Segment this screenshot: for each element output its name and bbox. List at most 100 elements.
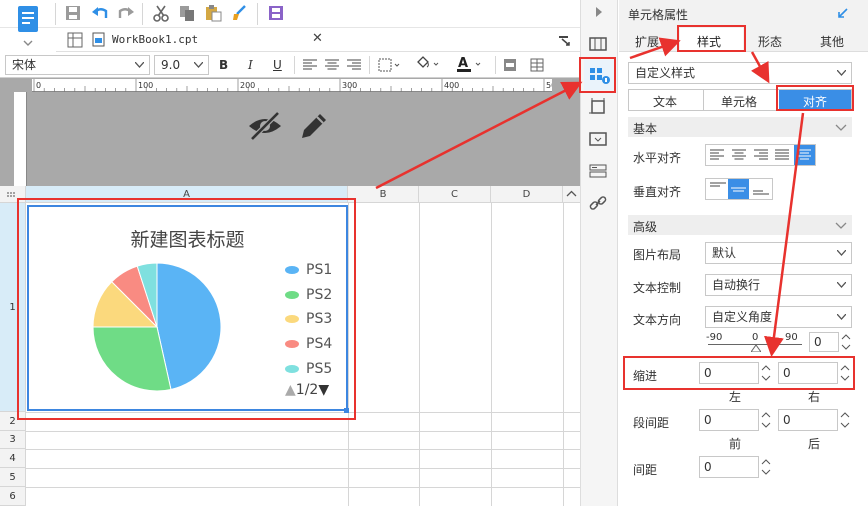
header-zone xyxy=(0,78,580,186)
spacing-before-caption: 前 xyxy=(729,437,742,451)
align-top-icon[interactable] xyxy=(710,182,726,196)
angle-input-value: 0 xyxy=(814,335,822,349)
template-button[interactable] xyxy=(264,2,288,24)
file-tab[interactable]: WorkBook1.cpt ✕ xyxy=(88,28,328,52)
split-cells-icon[interactable] xyxy=(530,58,544,72)
top-toolbar xyxy=(0,0,580,28)
file-icon xyxy=(92,32,105,47)
underline-button[interactable]: U xyxy=(273,58,282,72)
redo-icon xyxy=(118,7,134,18)
align-left-icon[interactable] xyxy=(710,149,724,161)
spacing-before-value: 0 xyxy=(704,413,712,427)
save-button[interactable] xyxy=(61,2,85,24)
align-left-icon[interactable] xyxy=(303,59,317,71)
text-direction-select[interactable]: 自定义角度 xyxy=(705,306,852,328)
grid-view-button[interactable] xyxy=(63,29,87,51)
chevron-down-icon[interactable] xyxy=(835,222,847,230)
toolbar-divider xyxy=(142,3,143,25)
widget-icon[interactable] xyxy=(589,130,607,148)
row-header-3[interactable]: 3 xyxy=(0,431,26,449)
font-family-select[interactable]: 宋体 xyxy=(5,55,150,75)
font-size-select[interactable]: 9.0 xyxy=(154,55,209,75)
vertical-ruler xyxy=(14,92,27,186)
collapse-panel-icon[interactable] xyxy=(835,7,849,21)
paste-button[interactable] xyxy=(201,2,225,24)
line-spacing-input[interactable]: 0 xyxy=(699,456,759,478)
align-center-icon[interactable] xyxy=(325,59,339,71)
paragraph-spacing-label: 段间距 xyxy=(633,416,670,430)
expand-layout-icon[interactable] xyxy=(589,34,607,52)
undo-button[interactable] xyxy=(88,2,112,24)
column-header-b[interactable]: B xyxy=(348,186,419,203)
spacing-after-spinner[interactable] xyxy=(839,409,851,431)
tab-other[interactable]: 其他 xyxy=(820,33,844,50)
merge-cells-icon[interactable] xyxy=(503,58,517,72)
section-basic-header[interactable] xyxy=(628,117,852,137)
line-spacing-spinner[interactable] xyxy=(760,456,772,478)
line-spacing-value: 0 xyxy=(704,460,712,474)
toolbar-divider xyxy=(369,56,370,74)
format-painter-button[interactable] xyxy=(228,2,252,24)
align-justify-icon[interactable] xyxy=(775,149,789,161)
style-tab-highlight-box xyxy=(677,25,746,52)
chevron-down-icon[interactable] xyxy=(835,124,847,132)
align-right-icon[interactable] xyxy=(347,59,361,71)
row-header-6[interactable]: 6 xyxy=(0,487,26,506)
align-middle-button[interactable] xyxy=(728,179,749,199)
row-header-4[interactable]: 4 xyxy=(0,449,26,468)
fill-color-icon[interactable] xyxy=(415,56,441,72)
subtab-text[interactable]: 文本 xyxy=(653,93,677,110)
brush-icon xyxy=(233,5,246,20)
collapse-up-icon[interactable] xyxy=(563,186,580,203)
svg-text:A: A xyxy=(458,56,468,71)
pencil-icon[interactable] xyxy=(298,110,330,142)
vertical-align-label: 垂直对齐 xyxy=(633,185,682,199)
eye-hidden-icon[interactable] xyxy=(247,110,283,142)
collapse-toolbar-button[interactable] xyxy=(552,29,576,51)
grid-line xyxy=(26,431,580,432)
grid-line xyxy=(491,203,492,506)
grid-line xyxy=(563,203,564,506)
angle-min-label: -90 xyxy=(706,332,723,343)
spacing-before-input[interactable]: 0 xyxy=(699,409,759,431)
column-header-c[interactable]: C xyxy=(419,186,491,203)
spacing-before-spinner[interactable] xyxy=(760,409,772,431)
align-right-icon[interactable] xyxy=(754,149,768,161)
align-distributed-button[interactable] xyxy=(794,145,815,165)
crop-frame-icon[interactable] xyxy=(589,98,607,116)
section-advanced-header[interactable] xyxy=(628,215,852,235)
copy-icon xyxy=(180,6,194,21)
chevron-right-icon[interactable] xyxy=(593,6,605,18)
condition-icon[interactable] xyxy=(589,162,607,180)
border-icon[interactable] xyxy=(378,58,402,72)
align-bottom-icon[interactable] xyxy=(753,182,769,196)
angle-spinner[interactable] xyxy=(840,332,852,352)
indent-right-caption: 右 xyxy=(808,390,821,404)
ruler-label: 400 xyxy=(444,81,459,90)
font-color-icon[interactable]: A xyxy=(456,55,484,73)
close-tab-icon[interactable]: ✕ xyxy=(312,31,323,46)
text-control-select[interactable]: 自动换行 xyxy=(705,274,852,296)
subtab-cell[interactable]: 单元格 xyxy=(721,93,757,110)
ruler-label: 300 xyxy=(342,81,357,90)
style-type-select[interactable]: 自定义样式 xyxy=(628,62,852,84)
app-menu-button[interactable] xyxy=(12,3,44,47)
cut-button[interactable] xyxy=(149,2,173,24)
image-layout-label: 图片布局 xyxy=(633,248,682,262)
tab-expand[interactable]: 扩展 xyxy=(635,33,659,50)
align-distributed-icon xyxy=(798,149,811,160)
redo-button[interactable] xyxy=(114,2,138,24)
angle-input[interactable]: 0 xyxy=(809,332,839,352)
hyperlink-icon[interactable] xyxy=(589,194,607,212)
column-header-d[interactable]: D xyxy=(491,186,563,203)
row-header-5[interactable]: 5 xyxy=(0,468,26,487)
tab-form[interactable]: 形态 xyxy=(758,33,782,50)
italic-button[interactable]: I xyxy=(248,58,253,72)
angle-slider-thumb[interactable] xyxy=(751,344,761,352)
align-center-icon[interactable] xyxy=(732,149,746,161)
image-layout-select[interactable]: 默认 xyxy=(705,242,852,264)
copy-button[interactable] xyxy=(175,2,199,24)
bold-button[interactable]: B xyxy=(219,58,228,72)
spacing-after-input[interactable]: 0 xyxy=(778,409,838,431)
section-basic-label: 基本 xyxy=(633,122,658,136)
